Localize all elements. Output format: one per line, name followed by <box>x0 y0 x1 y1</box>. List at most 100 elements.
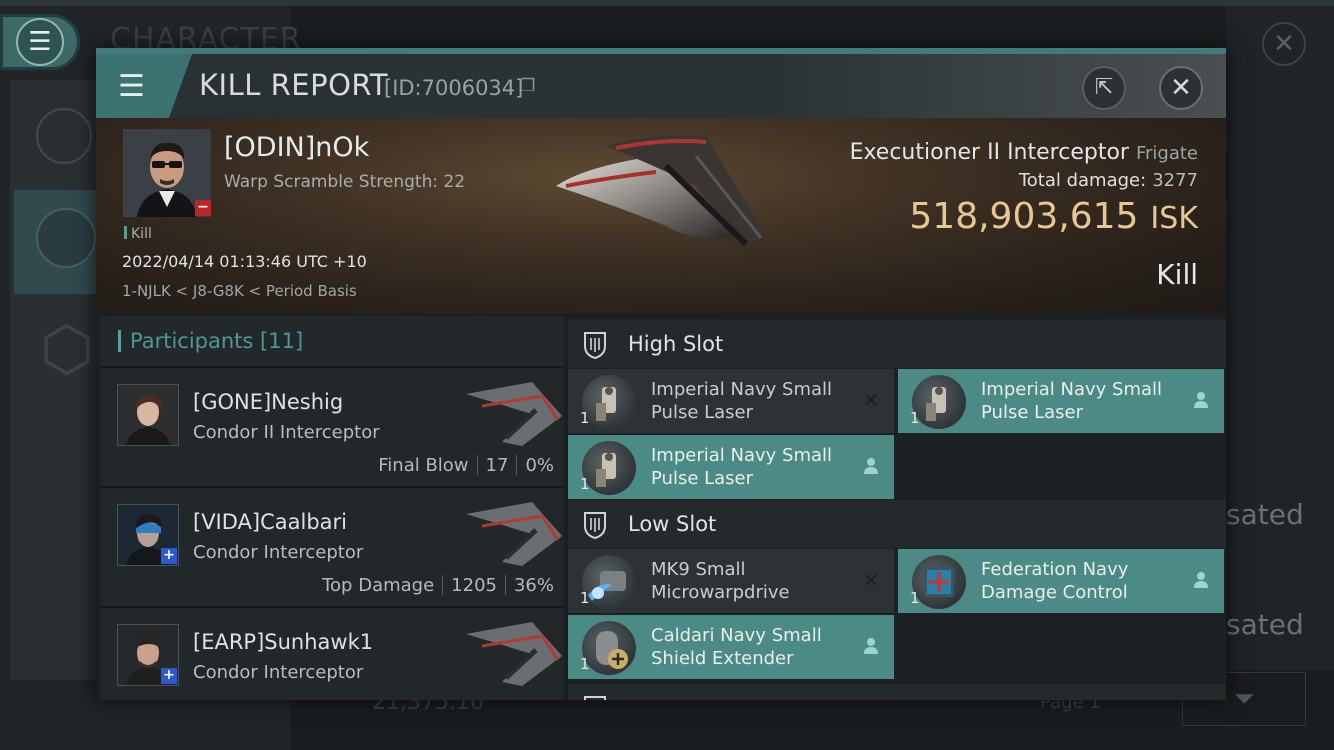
participant-ship-image <box>466 502 562 566</box>
bg-right-text-1: sated <box>1226 498 1304 531</box>
cross-icon: ✕ <box>862 568 880 592</box>
module-name: Imperial Navy Small Pulse Laser <box>651 445 833 489</box>
shield-extender-icon <box>582 621 636 675</box>
module-quantity: 1 <box>580 475 590 493</box>
kill-location[interactable]: 1-NJLK < J8-G8K < Period Basis <box>122 282 357 300</box>
victim-ship-image[interactable] <box>546 126 776 256</box>
high-slot-title: High Slot <box>628 332 724 356</box>
low-slot-title: Low Slot <box>628 512 717 536</box>
menu-icon[interactable]: ☰ <box>96 54 192 118</box>
module-quantity: 1 <box>910 589 920 607</box>
microwarpdrive-icon <box>582 555 636 609</box>
module-name: Imperial Navy Small Pulse Laser <box>651 379 833 423</box>
pulse-laser-icon <box>912 375 966 429</box>
crossed-swords-icon[interactable] <box>36 208 96 268</box>
total-damage-label: Total damage: <box>1018 170 1147 191</box>
hostile-badge: − <box>195 200 211 216</box>
participant-tag: Top Damage <box>322 575 435 596</box>
low-slot-header: Low Slot <box>568 500 1226 548</box>
module-quantity: 1 <box>580 655 590 673</box>
total-damage: Total damage: 3277 <box>1019 170 1198 191</box>
participants-header-bar <box>118 330 121 352</box>
person-icon <box>1190 569 1212 591</box>
module-row[interactable]: 1 Caldari Navy Small Shield Extender <box>568 615 894 679</box>
modal-header: ☰ KILL REPORT [ID:7006034] ❐ ⇱ ✕ <box>96 54 1226 118</box>
star-icon[interactable]: ⬡ <box>34 316 100 382</box>
kill-id: [ID:7006034] <box>384 76 524 100</box>
participant-row[interactable]: [GONE]Neshig Condor II Interceptor Final… <box>100 368 564 486</box>
cross-icon: ✕ <box>862 388 880 412</box>
participant-damage: 1205 <box>451 575 497 596</box>
shield-slot-icon <box>584 332 606 360</box>
kill-tag-label: Kill <box>131 226 152 242</box>
mid-slot-header <box>568 684 1226 700</box>
bg-list-icon[interactable] <box>36 108 92 164</box>
ship-name-label: Executioner II Interceptor <box>849 140 1129 165</box>
participant-ship: Condor II Interceptor <box>193 422 380 443</box>
module-quantity: 1 <box>910 409 920 427</box>
modal-title: KILL REPORT <box>199 68 389 102</box>
module-row[interactable]: 1 MK9 Small Microwarpdrive ✕ <box>568 549 894 613</box>
kill-report-modal: ☰ KILL REPORT [ID:7006034] ❐ ⇱ ✕ − [ODIN… <box>96 48 1226 700</box>
ship-class: Frigate <box>1135 143 1198 164</box>
participant-ship: Condor Interceptor <box>193 542 364 563</box>
result-label: Kill <box>1156 258 1198 291</box>
fleet-badge: + <box>161 668 177 684</box>
module-row[interactable]: 1 Imperial Navy Small Pulse Laser ✕ <box>568 369 894 433</box>
participant-stats: Top Damage 1205 36% <box>322 575 554 596</box>
participant-percent: 0% <box>525 455 554 476</box>
participant-stats: Final Blow 17 0% <box>378 455 554 476</box>
share-icon[interactable]: ⇱ <box>1082 66 1126 110</box>
module-quantity: 1 <box>580 589 590 607</box>
participant-row[interactable]: + [EARP]Sunhawk1 Condor Interceptor <box>100 608 564 700</box>
isk-unit: ISK <box>1150 201 1198 236</box>
module-name: Caldari Navy Small Shield Extender <box>651 625 822 669</box>
copy-icon[interactable]: ❐ <box>520 76 535 96</box>
participant-portrait[interactable] <box>117 384 179 446</box>
participants-title: Participants [11] <box>130 329 303 353</box>
participant-name: [EARP]Sunhawk1 <box>193 630 374 654</box>
total-damage-value: 3277 <box>1152 170 1198 191</box>
shield-slot-icon <box>584 696 606 700</box>
bg-close-icon[interactable]: ✕ <box>1262 22 1306 66</box>
module-row[interactable]: 1 Imperial Navy Small Pulse Laser <box>898 369 1224 433</box>
person-icon <box>860 635 882 657</box>
participants-header: Participants [11] <box>100 316 564 366</box>
pulse-laser-icon <box>582 441 636 495</box>
module-name: Federation Navy Damage Control <box>981 559 1129 603</box>
main-menu-button[interactable]: ☰ <box>0 14 80 70</box>
participants-count: [11] <box>260 329 304 353</box>
module-row[interactable]: 1 Imperial Navy Small Pulse Laser <box>568 435 894 499</box>
pulse-laser-icon <box>582 375 636 429</box>
person-icon <box>1190 389 1212 411</box>
high-slot-header: High Slot <box>568 320 1226 368</box>
participants-panel: Participants [11] [GONE]Neshig Condor II… <box>100 316 564 700</box>
participants-label: Participants <box>130 329 254 353</box>
victim-banner: − [ODIN]nOk Warp Scramble Strength: 22 K… <box>96 118 1226 314</box>
participant-ship-image <box>466 622 562 686</box>
kill-datetime: 2022/04/14 01:13:46 UTC +10 <box>122 252 367 271</box>
damage-control-icon <box>912 555 966 609</box>
fleet-badge: + <box>161 548 177 564</box>
victim-ship-name[interactable]: Executioner II Interceptor Frigate <box>850 140 1198 165</box>
kill-tag: Kill <box>124 226 152 242</box>
fitting-panel: High Slot 1 Imperial Navy Small Pulse La… <box>568 316 1226 700</box>
isk-value: 518,903,615 ISK <box>909 196 1198 237</box>
module-name: MK9 Small Microwarpdrive <box>651 559 790 603</box>
participant-ship: Condor Interceptor <box>193 662 364 683</box>
person-icon <box>860 455 882 477</box>
module-name: Imperial Navy Small Pulse Laser <box>981 379 1163 423</box>
shield-slot-icon <box>584 512 606 540</box>
close-icon[interactable]: ✕ <box>1159 66 1203 110</box>
bg-right-text-2: sated <box>1226 608 1304 641</box>
participant-ship-image <box>466 382 562 446</box>
participant-percent: 36% <box>513 575 554 596</box>
warp-scramble-strength: Warp Scramble Strength: 22 <box>224 172 466 192</box>
participant-name: [GONE]Neshig <box>193 390 344 414</box>
victim-name[interactable]: [ODIN]nOk <box>224 132 369 163</box>
module-quantity: 1 <box>580 409 590 427</box>
menu-icon: ☰ <box>16 18 64 66</box>
participant-row[interactable]: + [VIDA]Caalbari Condor Interceptor Top … <box>100 488 564 606</box>
participant-tag: Final Blow <box>378 455 469 476</box>
module-row[interactable]: 1 Federation Navy Damage Control <box>898 549 1224 613</box>
